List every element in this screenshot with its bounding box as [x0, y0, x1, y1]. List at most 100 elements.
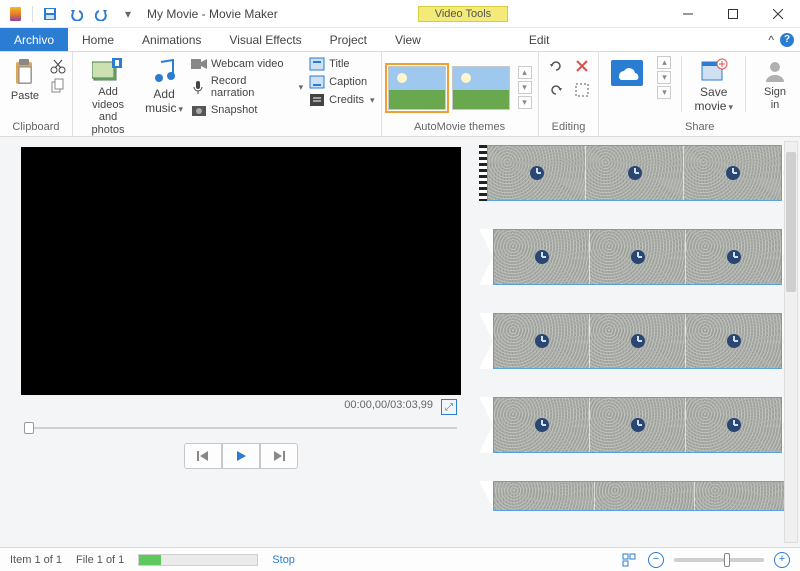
title-button[interactable]: Title: [309, 56, 374, 72]
thumbnails-view-icon[interactable]: [622, 553, 638, 567]
titlebar: ▾ My Movie - Movie Maker Video Tools: [0, 0, 800, 28]
progress-bar: [138, 554, 258, 566]
playback-time: 00:00,00/03:03,99: [344, 399, 433, 415]
add-videos-label: Add videos and photos: [81, 86, 135, 137]
add-music-button[interactable]: Add music▾: [143, 56, 185, 118]
webcam-label: Webcam video: [211, 58, 284, 70]
status-file: File 1 of 1: [76, 554, 124, 566]
undo-icon[interactable]: [65, 3, 87, 25]
add-videos-button[interactable]: Add videos and photos: [79, 56, 137, 139]
seek-slider[interactable]: [24, 425, 457, 431]
tab-visual-effects[interactable]: Visual Effects: [215, 28, 315, 51]
themes-scroll-up-icon[interactable]: ▴: [518, 66, 532, 79]
video-tools-label: Video Tools: [418, 6, 508, 22]
clip-continue-icon: [479, 481, 493, 511]
clip-continue-icon: [479, 397, 493, 453]
group-share: ▴ ▾ ▾ Save movie▾ Sign in Share: [599, 52, 800, 136]
group-label-clipboard: Clipboard: [6, 119, 66, 136]
save-icon[interactable]: [39, 3, 61, 25]
share-scroll-up-icon[interactable]: ▴: [657, 56, 671, 69]
tab-archivo[interactable]: Archivo: [0, 28, 68, 51]
group-editing: Editing: [539, 52, 600, 136]
clip-row[interactable]: [479, 229, 796, 285]
minimize-button[interactable]: [665, 0, 710, 28]
timeline-pane: [475, 137, 800, 547]
select-all-icon[interactable]: [571, 80, 593, 100]
qat-customize-icon[interactable]: ▾: [117, 3, 139, 25]
zoom-out-button[interactable]: −: [648, 552, 664, 568]
paste-label: Paste: [11, 90, 39, 103]
app-icon[interactable]: [4, 3, 26, 25]
tab-home[interactable]: Home: [68, 28, 128, 51]
themes-scroll-down-icon[interactable]: ▾: [518, 81, 532, 94]
rotate-right-icon[interactable]: [545, 80, 567, 100]
rotate-left-icon[interactable]: [545, 56, 567, 76]
timeline-scrollbar[interactable]: [784, 141, 798, 543]
record-narration-button[interactable]: Record narration▾: [191, 74, 303, 100]
statusbar: Item 1 of 1 File 1 of 1 Stop − +: [0, 547, 800, 571]
caption-button[interactable]: Caption: [309, 74, 374, 90]
share-scroll-down-icon[interactable]: ▾: [657, 71, 671, 84]
status-item: Item 1 of 1: [10, 554, 62, 566]
group-label-editing: Editing: [545, 119, 593, 136]
group-label-share: Share: [605, 119, 794, 136]
title-label: Title: [329, 58, 349, 70]
help-icon[interactable]: ?: [780, 33, 794, 47]
preview-pane: 00:00,00/03:03,99 ⤢: [0, 137, 475, 547]
caption-label: Caption: [329, 76, 367, 88]
group-clipboard: Paste Clipboard: [0, 52, 73, 136]
redo-icon[interactable]: [91, 3, 113, 25]
main-area: 00:00,00/03:03,99 ⤢: [0, 137, 800, 547]
paste-button[interactable]: Paste: [6, 56, 44, 105]
film-edge-icon: [479, 145, 487, 201]
close-button[interactable]: [755, 0, 800, 28]
tab-view[interactable]: View: [381, 28, 435, 51]
contextual-tab-header: Video Tools: [418, 6, 508, 22]
group-label-themes: AutoMovie themes: [388, 119, 532, 136]
next-frame-button[interactable]: [260, 443, 298, 469]
group-automovie-themes: ▴ ▾ ▾ AutoMovie themes: [382, 52, 539, 136]
window-title: My Movie - Movie Maker: [147, 7, 278, 21]
ribbon: Paste Clipboard Add videos and photos Ad…: [0, 52, 800, 137]
zoom-in-button[interactable]: +: [774, 552, 790, 568]
collapse-ribbon-icon[interactable]: ^: [768, 33, 774, 47]
theme-thumb-2[interactable]: [452, 66, 510, 110]
add-music-label: Add music▾: [145, 88, 183, 116]
copy-icon[interactable]: [50, 78, 66, 94]
zoom-slider[interactable]: [674, 558, 764, 562]
credits-button[interactable]: Credits▾: [309, 92, 374, 108]
share-more-icon[interactable]: ▾: [657, 86, 671, 99]
clip-continue-icon: [479, 229, 493, 285]
tab-edit[interactable]: Edit: [515, 28, 564, 51]
clip-row[interactable]: [479, 145, 796, 201]
prev-frame-button[interactable]: [184, 443, 222, 469]
fullscreen-icon[interactable]: ⤢: [441, 399, 457, 415]
maximize-button[interactable]: [710, 0, 755, 28]
webcam-video-button[interactable]: Webcam video: [191, 56, 303, 72]
clip-row[interactable]: [479, 481, 796, 511]
save-movie-button[interactable]: Save movie▾: [692, 56, 735, 116]
snapshot-label: Snapshot: [211, 104, 257, 116]
clip-row[interactable]: [479, 397, 796, 453]
tab-project[interactable]: Project: [316, 28, 381, 51]
credits-label: Credits: [329, 94, 364, 106]
theme-thumb-1[interactable]: [388, 66, 446, 110]
ribbon-tabs: Archivo Home Animations Visual Effects P…: [0, 28, 800, 52]
quick-access-toolbar: ▾: [0, 3, 139, 25]
clip-continue-icon: [479, 313, 493, 369]
record-label: Record narration: [211, 75, 293, 99]
themes-more-icon[interactable]: ▾: [518, 96, 532, 109]
play-button[interactable]: [222, 443, 260, 469]
delete-icon[interactable]: [571, 56, 593, 76]
save-movie-label: Save movie▾: [694, 86, 733, 114]
clip-row[interactable]: [479, 313, 796, 369]
onedrive-button[interactable]: [605, 56, 649, 90]
preview-video[interactable]: [21, 147, 461, 395]
sign-in-label: Sign in: [764, 86, 786, 111]
snapshot-button[interactable]: Snapshot: [191, 102, 303, 118]
sign-in-button[interactable]: Sign in: [756, 56, 794, 113]
group-add: Add videos and photos Add music▾ Webcam …: [73, 52, 382, 136]
tab-animations[interactable]: Animations: [128, 28, 215, 51]
stop-button[interactable]: Stop: [272, 554, 295, 566]
cut-icon[interactable]: [50, 58, 66, 74]
